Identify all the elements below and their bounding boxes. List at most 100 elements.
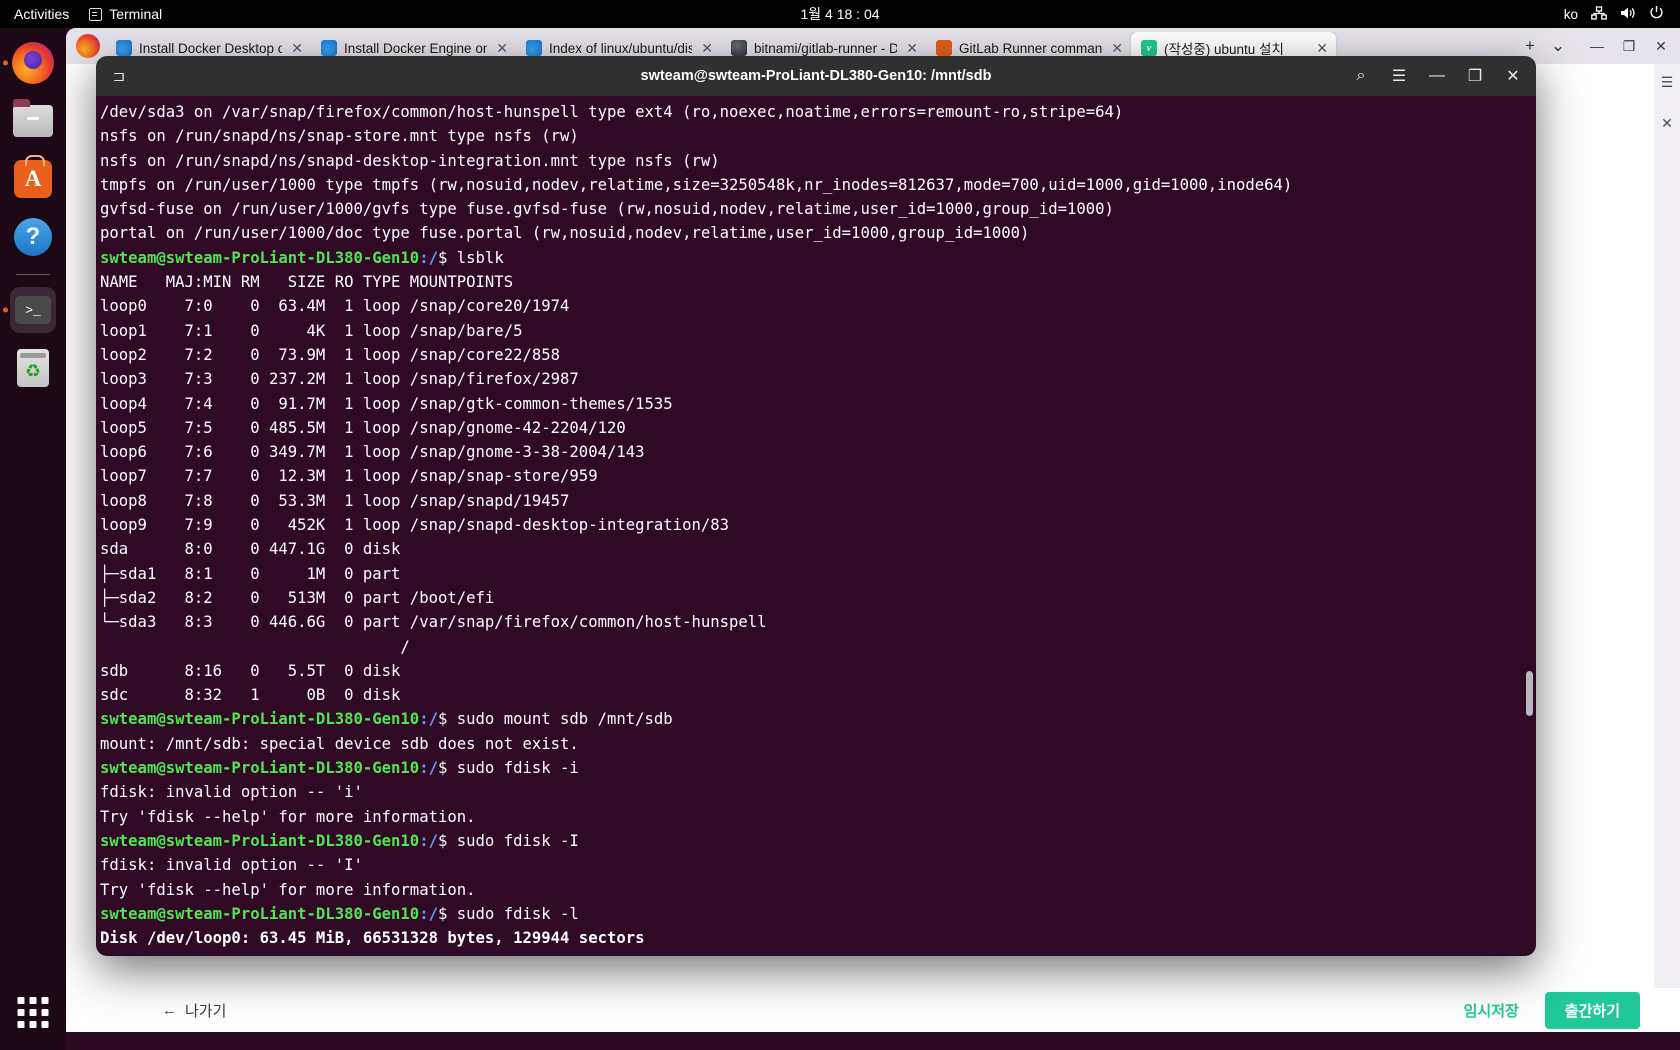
close-icon[interactable]: ✕ [1109,40,1125,57]
terminal-line: Try 'fdisk --help' for more information. [98,805,1536,829]
terminal-command: $ sudo fdisk -I [437,831,579,850]
terminal-line: sdc 8:32 1 0B 0 disk [98,683,1536,707]
terminal-titlebar[interactable]: ⊐ swteam@swteam-ProLiant-DL380-Gen10: /m… [96,56,1536,96]
close-icon[interactable]: ✕ [699,40,715,57]
terminal-minimize-button[interactable]: — [1420,61,1454,91]
close-icon[interactable]: ✕ [904,40,920,57]
close-icon[interactable]: ✕ [1314,40,1330,57]
terminal-line: mount: /mnt/sdb: special device sdb does… [98,732,1536,756]
browser-tab-label: Install Docker Desktop o [139,40,283,56]
terminal-line: loop1 7:1 0 4K 1 loop /snap/bare/5 [98,319,1536,343]
terminal-line: loop2 7:2 0 73.9M 1 loop /snap/core22/85… [98,343,1536,367]
terminal-output-line: loop8 7:8 0 53.3M 1 loop /snap/snapd/194… [100,491,570,510]
terminal-output-line: loop4 7:4 0 91.7M 1 loop /snap/gtk-commo… [100,394,673,413]
terminal-line: fdisk: invalid option -- 'I' [98,853,1536,877]
input-language-indicator[interactable]: ko [1564,7,1578,22]
show-applications-button[interactable] [17,997,49,1028]
terminal-line: └─sda3 8:3 0 446.6G 0 part /var/snap/fir… [98,610,1536,634]
list-all-tabs-button[interactable]: ⌄ [1544,32,1572,60]
activities-button[interactable]: Activities [0,6,83,22]
browser-maximize-button[interactable]: ❐ [1614,32,1644,60]
terminal-output-line: loop0 7:0 0 63.4M 1 loop /snap/core20/19… [100,297,570,316]
terminal-line: loop0 7:0 0 63.4M 1 loop /snap/core20/19… [98,294,1536,318]
temp-save-button[interactable]: 임시저장 [1464,1000,1519,1021]
volume-icon[interactable] [1620,6,1636,23]
dock-item-app-center[interactable]: A [10,155,56,202]
close-icon[interactable]: ✕ [494,40,510,57]
browser-close-button[interactable]: ✕ [1646,32,1676,60]
terminal-output-line: loop7 7:7 0 12.3M 1 loop /snap/snap-stor… [100,467,598,486]
terminal-prompt-path: :/ [419,831,438,850]
terminal-output-line: NAME MAJ:MIN RM SIZE RO TYPE MOUNTPOINTS [100,273,514,292]
terminal-output-line: Try 'fdisk --help' for more information. [100,880,476,899]
exit-button[interactable]: ← 나가기 [162,1000,226,1021]
dock-item-firefox[interactable] [3,40,56,86]
terminal-line: / [98,635,1536,659]
editor-action-bar: ← 나가기 임시저장 출간하기 [66,988,1680,1032]
browser-tab-label: (작성중) ubuntu 설치 [1164,42,1284,57]
terminal-output-bold: Disk /dev/loop0: 63.45 MiB, 66531328 byt… [100,929,645,948]
terminal-line: gvfsd-fuse on /run/user/1000/gvfs type f… [98,197,1536,221]
terminal-line: Try 'fdisk --help' for more information. [98,878,1536,902]
dock-item-terminal[interactable]: >_ [3,287,56,333]
dock-item-files[interactable] [10,98,56,144]
terminal-line: sda 8:0 0 447.1G 0 disk [98,537,1536,561]
dock-item-trash[interactable] [10,345,56,391]
active-app-menu[interactable]: Terminal [83,6,168,22]
power-icon[interactable] [1649,5,1664,23]
clock[interactable]: 1월 4 18 : 04 [0,4,1680,24]
system-status-area[interactable]: ko [1564,5,1680,23]
terminal-line: fdisk: invalid option -- 'i' [98,780,1536,804]
sidebar-close-icon[interactable]: ✕ [1661,115,1673,132]
terminal-window-controls: ⌕ ☰ — ❐ ✕ [1344,61,1530,91]
velog-icon: v [1141,40,1157,56]
terminal-prompt-user: swteam@swteam-ProLiant-DL380-Gen10 [100,710,420,729]
gnome-top-bar: Activities Terminal 1월 4 18 : 04 ko [0,0,1680,28]
hamburger-menu-icon[interactable]: ☰ [1382,61,1416,91]
terminal-title: swteam@swteam-ProLiant-DL380-Gen10: /mnt… [640,68,992,84]
network-icon[interactable] [1591,5,1607,23]
terminal-line: swteam@swteam-ProLiant-DL380-Gen10:/$ su… [98,829,1536,853]
running-indicator-dot [3,60,8,66]
terminal-output: /dev/sda3 on /var/snap/firefox/common/ho… [96,96,1536,950]
terminal-output-line: portal on /run/user/1000/doc type fuse.p… [100,224,1030,243]
terminal-output-line: fdisk: invalid option -- 'i' [100,783,363,802]
active-app-label: Terminal [109,6,163,22]
terminal-line: Disk /dev/loop0: 63.45 MiB, 66531328 byt… [98,926,1536,950]
terminal-line: swteam@swteam-ProLiant-DL380-Gen10:/$ su… [98,756,1536,780]
browser-minimize-button[interactable]: — [1582,32,1612,60]
terminal-output-line: sdc 8:32 1 0B 0 disk [100,686,401,705]
terminal-output-line: / [100,637,410,656]
terminal-output-line: loop5 7:5 0 485.5M 1 loop /snap/gnome-42… [100,418,626,437]
terminal-output-line: loop9 7:9 0 452K 1 loop /snap/snapd-desk… [100,516,730,535]
terminal-line: /dev/sda3 on /var/snap/firefox/common/ho… [98,100,1536,124]
terminal-command: $ lsblk [437,248,504,267]
terminal-line: nsfs on /run/snapd/ns/snapd-desktop-inte… [98,149,1536,173]
terminal-content[interactable]: /dev/sda3 on /var/snap/firefox/common/ho… [96,96,1536,956]
terminal-prompt-path: :/ [419,710,438,729]
terminal-output-line: sda 8:0 0 447.1G 0 disk [100,540,401,559]
terminal-output-line: tmpfs on /run/user/1000 type tmpfs (rw,n… [100,175,1293,194]
help-icon: ? [14,218,52,256]
search-icon[interactable]: ⌕ [1344,61,1378,91]
publish-button[interactable]: 출간하기 [1544,991,1640,1029]
browser-tab-label: Install Docker Engine on [344,40,488,56]
trash-icon [17,349,49,387]
terminal-scrollbar[interactable] [1526,671,1533,716]
firefox-docs-icon [116,40,132,56]
browser-tab-label: bitnami/gitlab-runner - D [754,40,898,56]
terminal-line: ├─sda2 8:2 0 513M 0 part /boot/efi [98,586,1536,610]
close-icon[interactable]: ✕ [289,40,305,57]
sidebar-menu-icon[interactable]: ☰ [1661,74,1674,91]
terminal-line: swteam@swteam-ProLiant-DL380-Gen10:/$ ls… [98,246,1536,270]
new-terminal-tab-icon[interactable]: ⊐ [102,61,136,91]
terminal-output-line: └─sda3 8:3 0 446.6G 0 part /var/snap/fir… [100,613,767,632]
dock-item-help[interactable]: ? [10,214,56,260]
terminal-close-button[interactable]: ✕ [1496,61,1530,91]
terminal-line: swteam@swteam-ProLiant-DL380-Gen10:/$ su… [98,707,1536,731]
terminal-output-line: Try 'fdisk --help' for more information. [100,807,476,826]
terminal-prompt-path: :/ [419,248,438,267]
terminal-icon [89,7,103,21]
terminal-maximize-button[interactable]: ❐ [1458,61,1492,91]
globe-icon [731,40,747,56]
